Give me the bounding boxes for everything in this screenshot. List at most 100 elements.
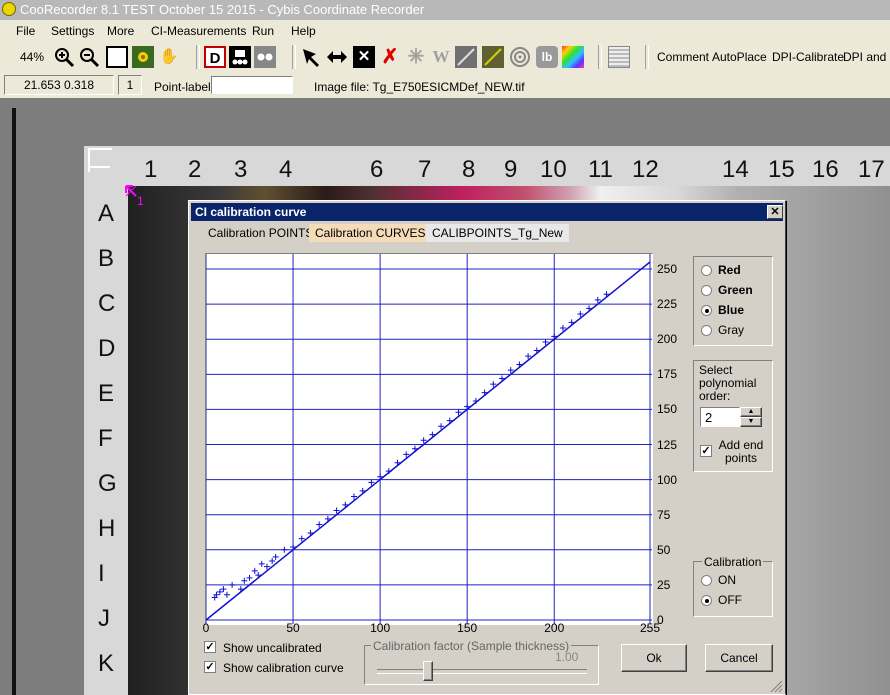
- calibration-plot: [205, 253, 653, 625]
- frame-icon[interactable]: [106, 46, 128, 68]
- two-dots-icon[interactable]: [254, 46, 276, 68]
- calibration-factor-group: Calibration factor (Sample thickness) 1.…: [364, 639, 599, 685]
- polynomial-group: Select polynomial order: ▲ ▼ ✓ Add end p…: [693, 360, 773, 472]
- ok-button[interactable]: Ok: [621, 644, 687, 672]
- double-arrow-icon[interactable]: [326, 46, 348, 68]
- y-tick-label: 150: [657, 402, 678, 417]
- status-row: 21.653 0.318 1 Point-label: Image file: …: [0, 72, 890, 99]
- point-label-input[interactable]: [211, 76, 293, 94]
- column-number: 9: [504, 156, 518, 183]
- y-tick-label: 225: [657, 297, 678, 312]
- lb-icon[interactable]: lb: [536, 46, 558, 68]
- radio-blue[interactable]: [701, 305, 712, 316]
- dots-icon[interactable]: [229, 46, 251, 68]
- data-point: [533, 347, 540, 354]
- d-mode-icon[interactable]: D: [204, 46, 226, 68]
- menu-bar: File Settings More CI-Measurements Run H…: [0, 20, 890, 43]
- cancel-button[interactable]: Cancel: [705, 644, 773, 672]
- radio-blue-label: Blue: [718, 303, 745, 317]
- radio-green[interactable]: [701, 285, 712, 296]
- menu-file[interactable]: File: [16, 24, 35, 38]
- data-point: [258, 560, 265, 567]
- tab-calibration-curves[interactable]: Calibration CURVES: [309, 224, 432, 242]
- radio-red[interactable]: [701, 265, 712, 276]
- polynomial-order-input[interactable]: [700, 407, 740, 427]
- menu-help[interactable]: Help: [291, 24, 316, 38]
- data-point: [342, 501, 349, 508]
- hand-icon[interactable]: ✋: [158, 46, 180, 68]
- tab-calibration-points[interactable]: Calibration POINTS: [202, 224, 319, 242]
- show-uncalibrated-checkbox[interactable]: ✓: [204, 641, 216, 653]
- diagonal-dark-icon[interactable]: [482, 46, 504, 68]
- app-icon: [2, 2, 16, 16]
- x-tick-label: 50: [286, 621, 300, 635]
- slider-thumb[interactable]: [423, 661, 433, 681]
- spin-down-icon[interactable]: ▼: [740, 417, 762, 427]
- data-point: [241, 577, 248, 584]
- asterisk-icon[interactable]: ✳: [405, 46, 427, 68]
- arrow-icon[interactable]: [300, 46, 322, 68]
- toolbar-separator: [196, 45, 200, 69]
- corner-mark: [88, 148, 112, 172]
- ci-calibration-dialog: CI calibration curve ✕ Calibration POINT…: [188, 200, 786, 695]
- menu-more[interactable]: More: [107, 24, 134, 38]
- dpi-calibrate-button[interactable]: DPI-Calibrate: [772, 50, 844, 64]
- data-point: [472, 397, 479, 404]
- calib-off-label: OFF: [718, 593, 742, 607]
- spin-up-icon[interactable]: ▲: [740, 407, 762, 417]
- column-number: 11: [588, 156, 613, 183]
- data-point: [429, 431, 436, 438]
- data-point: [411, 445, 418, 452]
- add-end-points-checkbox[interactable]: ✓: [700, 445, 712, 457]
- row-letter: A: [98, 200, 115, 227]
- data-point: [603, 291, 610, 298]
- radio-gray[interactable]: [701, 325, 712, 336]
- yellow-flower-icon[interactable]: [132, 46, 154, 68]
- toolbar-separator: [292, 45, 296, 69]
- autoplace-button[interactable]: AutoPlace: [712, 50, 767, 64]
- data-point: [281, 546, 288, 553]
- radio-gray-label: Gray: [718, 323, 745, 337]
- resize-grip-icon[interactable]: [767, 677, 783, 693]
- radio-calib-off[interactable]: [701, 595, 712, 606]
- point-marker-label: 1: [137, 194, 144, 208]
- image-file-label: Image file: Tg_E750ESICMDef_NEW.tif: [314, 80, 525, 94]
- row-letter: F: [98, 425, 113, 452]
- dpi-and-button[interactable]: DPI and c: [843, 50, 890, 64]
- toolbar-separator: [598, 45, 602, 69]
- row-letter: G: [98, 470, 117, 497]
- x-box-icon[interactable]: ✕: [353, 46, 375, 68]
- row-letter: K: [98, 650, 115, 677]
- zoom-level: 44%: [20, 50, 45, 64]
- row-letter: H: [98, 515, 116, 542]
- color-wheel-icon[interactable]: [562, 46, 584, 68]
- close-icon[interactable]: ✕: [767, 205, 783, 219]
- show-curve-checkbox[interactable]: ✓: [204, 661, 216, 673]
- tab-calibpoints-file[interactable]: CALIBPOINTS_Tg_New: [426, 224, 569, 242]
- column-number: 16: [812, 156, 839, 183]
- data-point: [269, 558, 276, 565]
- dialog-title-bar[interactable]: CI calibration curve ✕: [191, 203, 783, 221]
- red-x-icon[interactable]: ✗: [379, 46, 401, 68]
- data-point: [394, 459, 401, 466]
- diagonal-icon[interactable]: [455, 46, 477, 68]
- x-tick-label: 100: [370, 621, 391, 635]
- column-number: 4: [279, 156, 293, 183]
- comment-button[interactable]: Comment: [657, 50, 709, 64]
- radio-calib-on[interactable]: [701, 575, 712, 586]
- target-icon[interactable]: [509, 46, 531, 68]
- y-tick-label: 50: [657, 542, 671, 557]
- zoom-out-icon[interactable]: [78, 46, 100, 68]
- w-icon[interactable]: W: [430, 46, 452, 68]
- y-tick-label: 175: [657, 367, 678, 382]
- data-point: [385, 468, 392, 475]
- calibration-factor-value: 1.00: [555, 650, 579, 664]
- column-number: 17: [858, 156, 885, 183]
- data-point: [246, 574, 253, 581]
- data-point: [229, 581, 236, 588]
- menu-run[interactable]: Run: [252, 24, 274, 38]
- tile-icon[interactable]: [608, 46, 630, 68]
- zoom-in-icon[interactable]: [53, 46, 75, 68]
- menu-settings[interactable]: Settings: [51, 24, 94, 38]
- menu-ci-measurements[interactable]: CI-Measurements: [151, 24, 246, 38]
